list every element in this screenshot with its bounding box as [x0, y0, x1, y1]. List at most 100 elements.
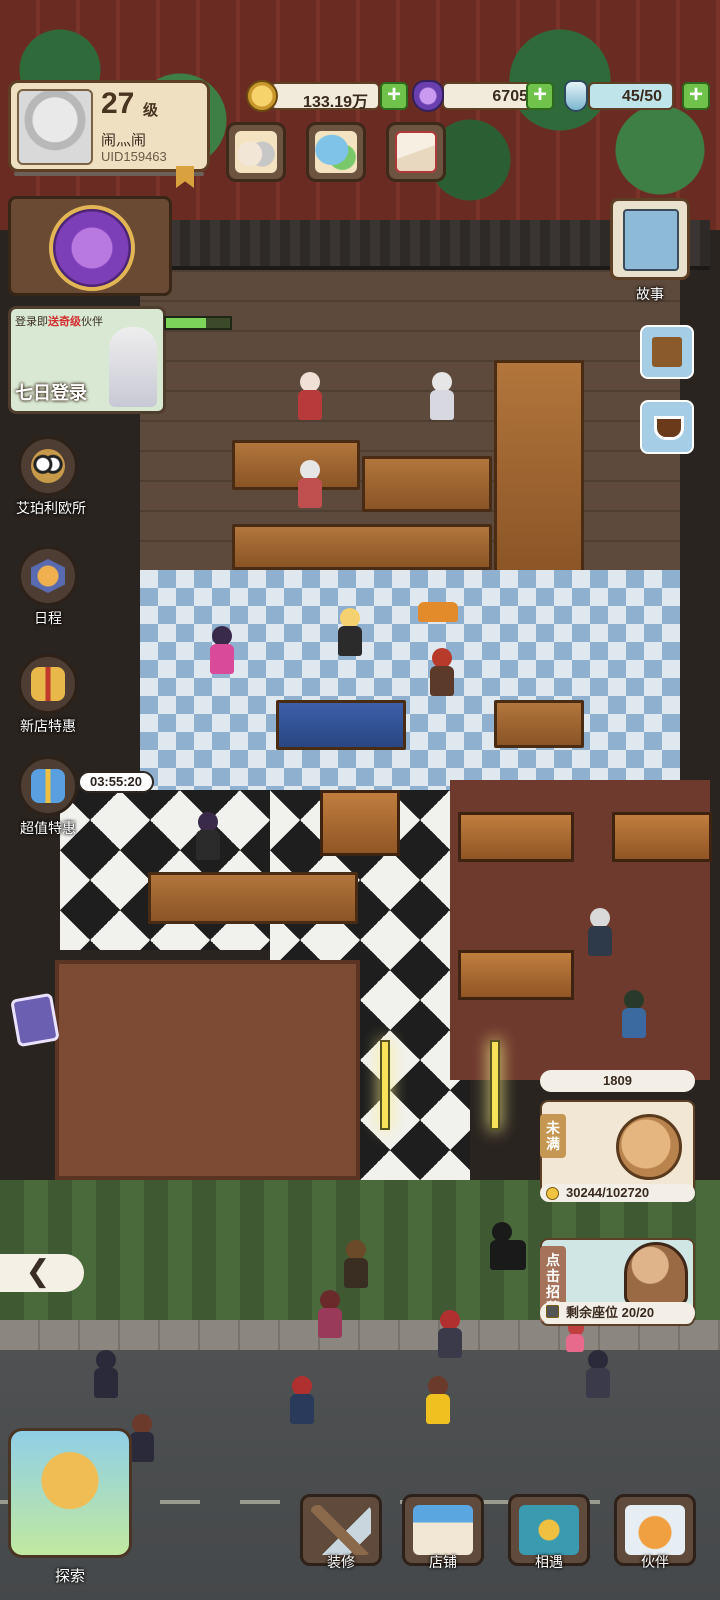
player-profile[interactable]: 27 级 闹灬闹 UID159463 [8, 80, 210, 172]
dining-table[interactable] [320, 790, 400, 856]
experience-bar [14, 172, 204, 176]
schedule-button[interactable]: 日程 [16, 546, 80, 628]
mail-button[interactable] [386, 122, 446, 182]
stamina-amount: 45/50 [588, 82, 674, 110]
explore-button[interactable]: 探索 [0, 1422, 140, 1600]
partner-label: 伙伴 [641, 1554, 669, 1570]
gift-box-icon [18, 654, 78, 714]
avatar[interactable] [17, 89, 93, 165]
checker-floor-left [60, 790, 280, 950]
decorate-label: 装修 [327, 1554, 355, 1570]
seat-value-display: 1809 [540, 1070, 695, 1092]
shelf [494, 360, 584, 580]
coin-icon [546, 1187, 559, 1200]
counter-icon [652, 337, 682, 367]
story-button[interactable]: 故事 [610, 198, 690, 304]
counter-view-button[interactable] [640, 325, 694, 379]
pedestrian[interactable] [316, 1290, 344, 1342]
sink-counter [494, 700, 584, 748]
mystic-orb-icon [49, 205, 135, 291]
crystal-card-icon[interactable] [10, 992, 60, 1048]
cats-button[interactable] [226, 122, 286, 182]
staff-character[interactable] [296, 460, 324, 512]
staff-character[interactable] [208, 626, 236, 678]
pedestrian[interactable] [288, 1376, 316, 1428]
prep-counter [232, 524, 492, 570]
seven-day-login-button[interactable]: 登录即送奇级伙伴 七日登录 [8, 306, 166, 414]
bell-icon [624, 1242, 688, 1306]
bottle-icon [564, 80, 588, 112]
gem-resource: 6705 + [412, 80, 554, 112]
chair-icon [546, 1305, 559, 1318]
service-counter [276, 700, 406, 750]
level-unit: 级 [143, 102, 159, 119]
story-card [610, 198, 690, 280]
login-title: 七日登录 [15, 383, 87, 403]
value-deal-button[interactable]: 超值特惠 [16, 756, 80, 838]
pinwheel-map-icon [8, 1428, 132, 1558]
pedestrian[interactable] [424, 1376, 452, 1428]
dining-table[interactable] [458, 950, 574, 1000]
coffee-cup-icon [654, 416, 684, 440]
player-level: 27 [101, 87, 135, 120]
reaper-character[interactable] [488, 1222, 528, 1274]
collapse-back-button[interactable]: ❮ [0, 1254, 84, 1292]
nav-partner[interactable]: 伙伴 [612, 1494, 698, 1594]
coin-resource: 133.19万 + [246, 80, 412, 112]
dining-table[interactable] [612, 812, 712, 862]
bar-counter [148, 872, 358, 924]
cooking-counter [362, 456, 492, 512]
add-gems-button[interactable]: + [526, 82, 554, 110]
nav-encounter[interactable]: 相遇 [506, 1494, 592, 1594]
chat-button[interactable] [306, 122, 366, 182]
add-coins-button[interactable]: + [380, 82, 408, 110]
rug [55, 960, 360, 1180]
nav-shop[interactable]: 店铺 [400, 1494, 486, 1594]
explore-label: 探索 [54, 1568, 85, 1585]
staff-character[interactable] [428, 648, 456, 700]
owl-icon [18, 436, 78, 496]
value-deal-label: 超值特惠 [20, 820, 76, 836]
promo-prefix: 登录即 [15, 316, 48, 328]
coin-icon [246, 80, 278, 112]
dining-table[interactable] [458, 812, 574, 862]
corgi-pet[interactable] [418, 596, 458, 626]
deal-countdown: 03:55:20 [78, 771, 154, 793]
mail-icon [395, 131, 437, 173]
promo-highlight: 送奇级 [48, 316, 81, 328]
cat-story-icon [623, 209, 679, 271]
seats-remaining-text: 剩余座位 20/20 [566, 1305, 655, 1320]
progress-fill [166, 318, 206, 328]
gift-blue-icon [18, 756, 78, 816]
pedestrian[interactable] [92, 1350, 120, 1402]
new-store-deal-button[interactable]: 新店特惠 [16, 654, 80, 736]
add-stamina-button[interactable]: + [682, 82, 710, 110]
epolio-button[interactable]: 艾珀利欧所 [16, 436, 86, 518]
staff-character[interactable] [194, 812, 222, 864]
chef-character[interactable] [296, 372, 324, 424]
seats-remaining: 剩余座位 20/20 [540, 1302, 695, 1324]
staff-character[interactable] [336, 608, 364, 660]
chat-icon [315, 131, 357, 173]
floor-lamp [380, 1040, 390, 1130]
shop-label: 店铺 [429, 1554, 457, 1570]
player-uid: UID159463 [101, 149, 167, 164]
progress-gauge [164, 316, 232, 330]
mystic-event-button[interactable] [8, 196, 172, 296]
customer-character[interactable] [342, 1240, 370, 1292]
schedule-badge-icon [18, 546, 78, 606]
income-progress-text: 30244/102720 [566, 1185, 650, 1200]
stamina-resource: 45/50 + [562, 80, 712, 112]
chef-character[interactable] [428, 372, 456, 424]
tiled-floor [140, 570, 680, 790]
player-name: 闹灬闹 [101, 132, 147, 149]
customer-character[interactable] [620, 990, 648, 1042]
customer-character[interactable] [586, 908, 614, 960]
pedestrian[interactable] [584, 1350, 612, 1402]
coffee-button[interactable] [640, 400, 694, 454]
promo-suffix: 伙伴 [81, 316, 103, 328]
nav-decorate[interactable]: 装修 [298, 1494, 384, 1594]
epolio-label: 艾珀利欧所 [16, 500, 86, 516]
login-promo-text: 登录即送奇级伙伴 [15, 313, 103, 329]
pedestrian[interactable] [436, 1310, 464, 1362]
